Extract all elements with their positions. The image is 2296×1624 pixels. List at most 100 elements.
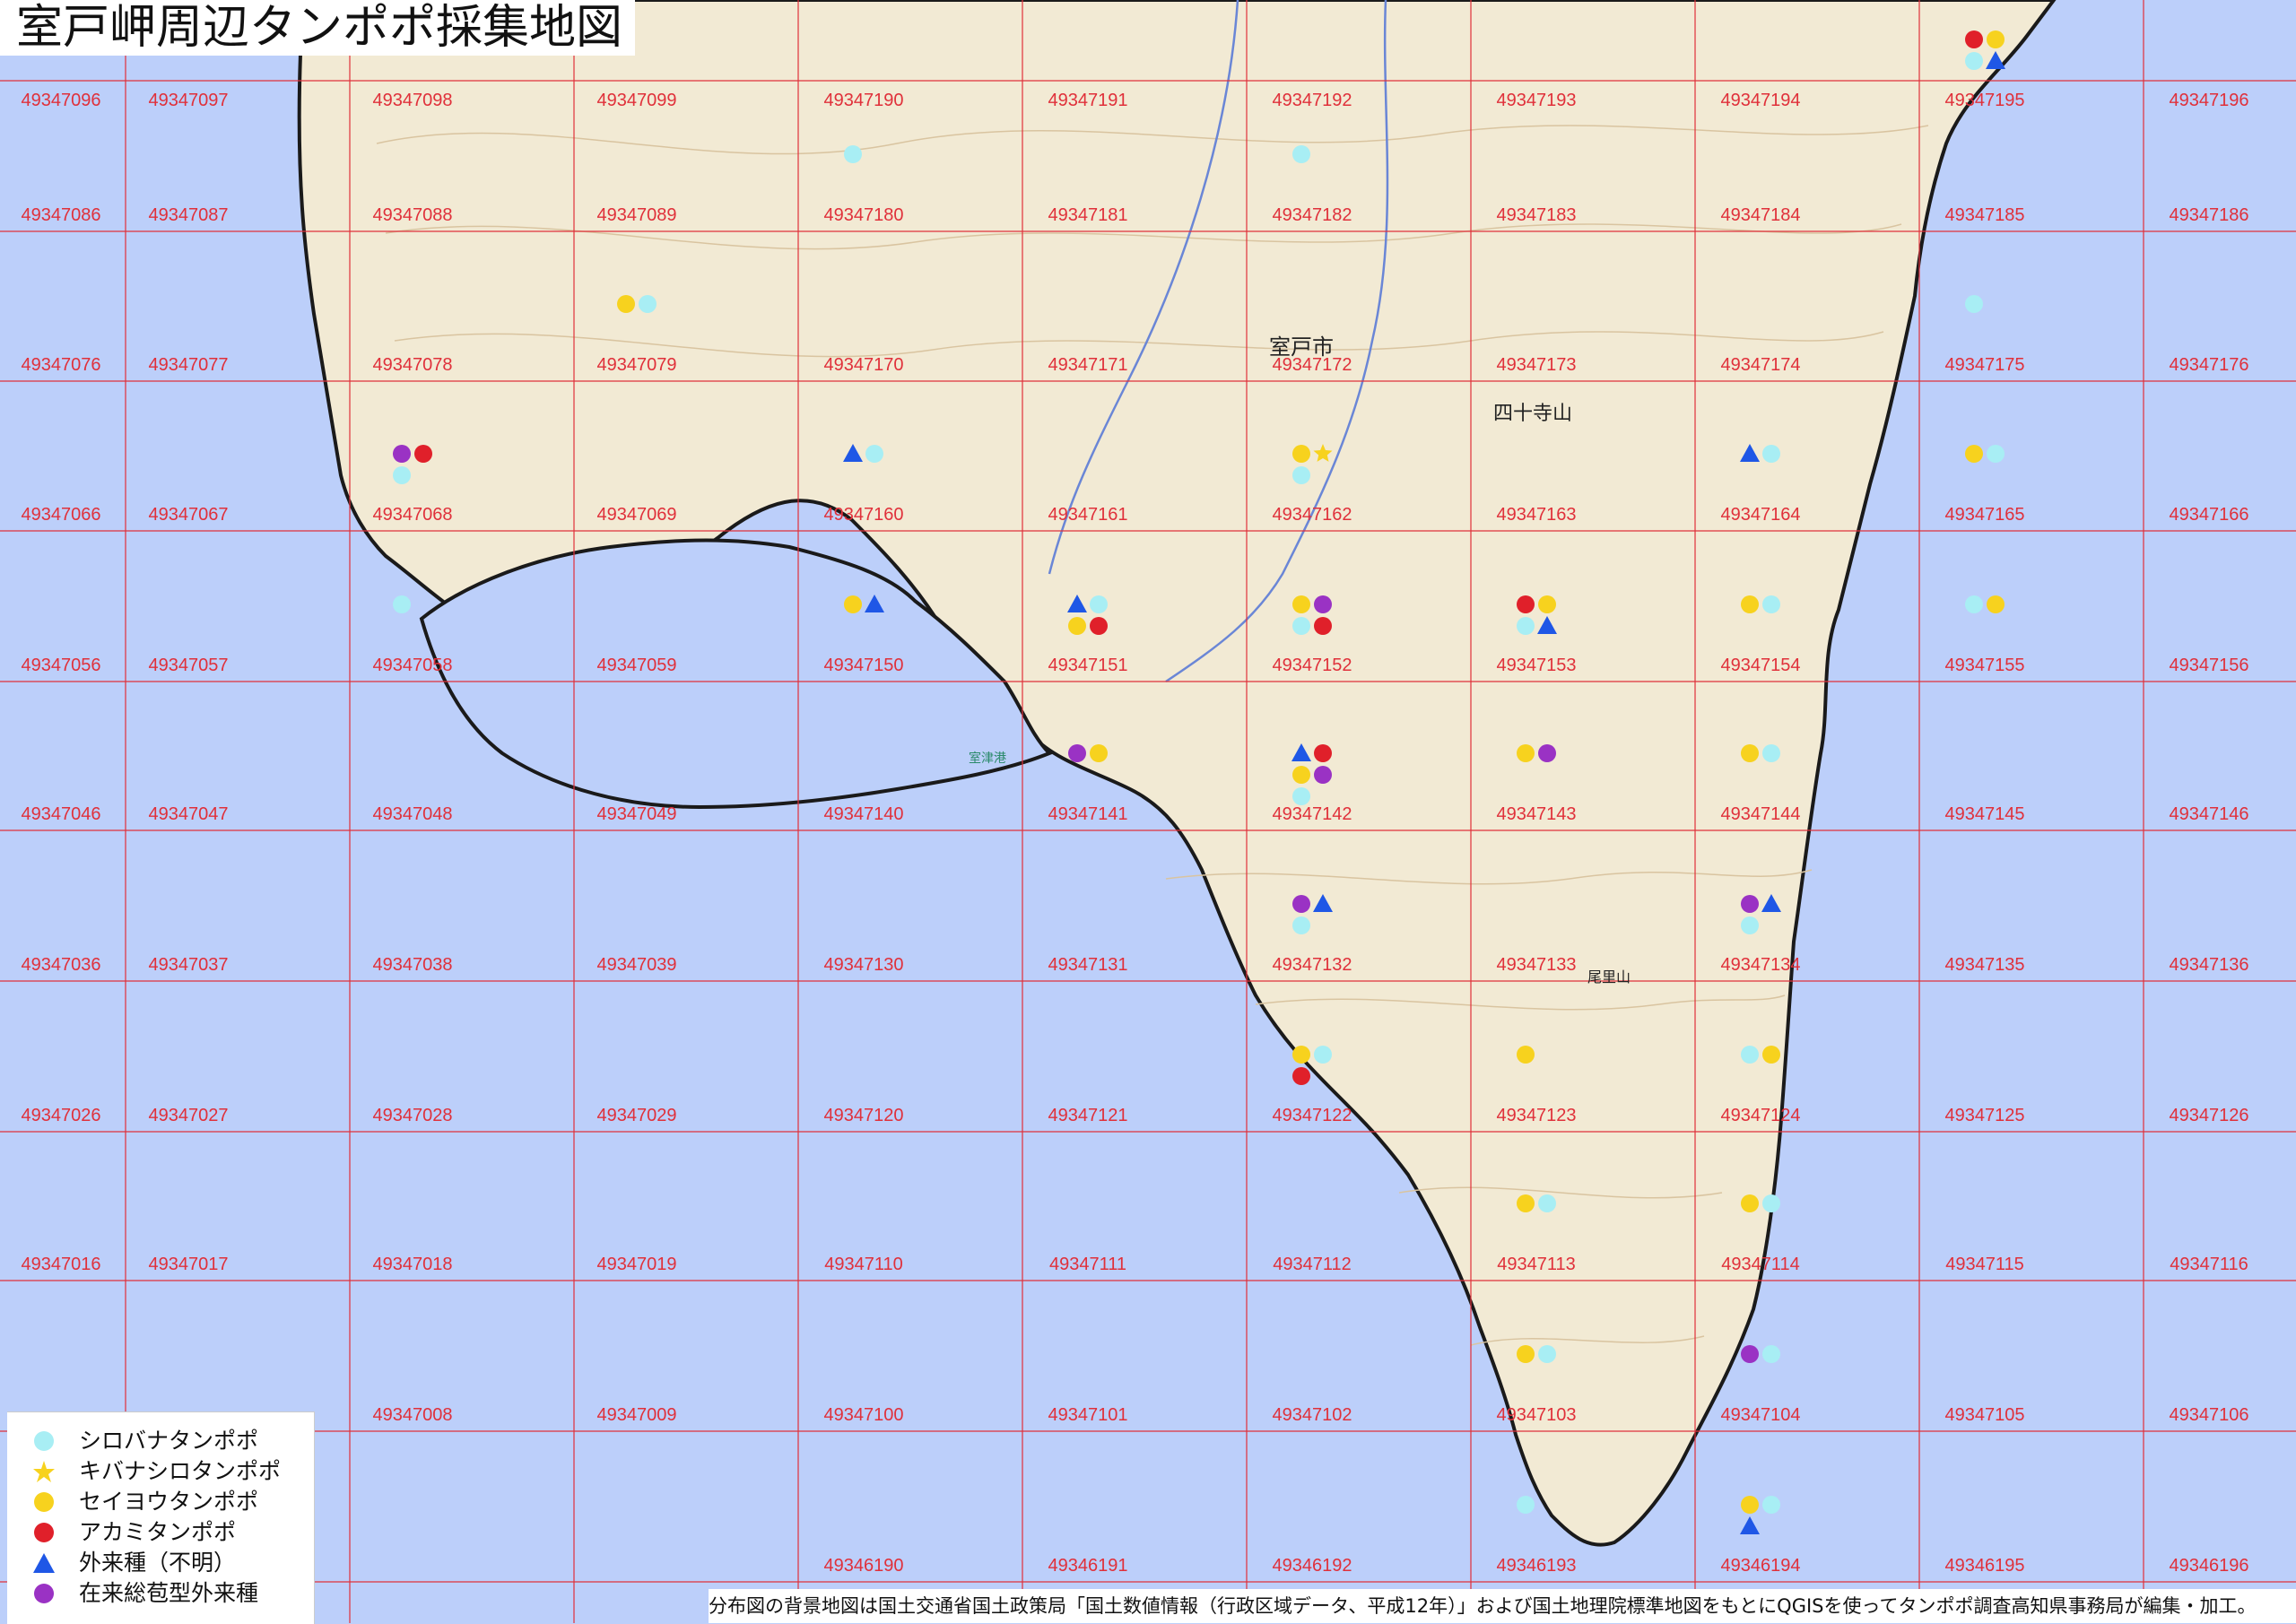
sample-marker-seiyo[interactable] bbox=[1517, 744, 1535, 762]
sample-marker-shiro[interactable] bbox=[1762, 1345, 1780, 1363]
sample-marker-shiro[interactable] bbox=[1965, 295, 1983, 313]
grid-cell-code: 49347153 bbox=[1497, 656, 1577, 675]
sample-marker-shiro[interactable] bbox=[1517, 1496, 1535, 1514]
sample-marker-akami[interactable] bbox=[1090, 617, 1108, 635]
sample-marker-akami[interactable] bbox=[1517, 595, 1535, 613]
sample-marker-shiro[interactable] bbox=[865, 445, 883, 463]
grid-cell-code: 49347122 bbox=[1273, 1106, 1352, 1125]
sample-marker-shiro[interactable] bbox=[1741, 916, 1759, 934]
grid-cell-code: 49347066 bbox=[22, 505, 101, 525]
grid-cell-code: 49346196 bbox=[2170, 1556, 2249, 1576]
sample-marker-shiro[interactable] bbox=[1987, 445, 2005, 463]
grid-cell-code: 49347113 bbox=[1497, 1255, 1576, 1274]
sample-marker-shiro[interactable] bbox=[1292, 787, 1310, 805]
sample-marker-akami[interactable] bbox=[1314, 744, 1332, 762]
place-label-murotsu-port: 室津港 bbox=[969, 751, 1006, 766]
legend-circle-icon bbox=[34, 1523, 54, 1542]
grid-cell-code: 49347008 bbox=[373, 1405, 453, 1425]
sample-marker-zairai[interactable] bbox=[1741, 1345, 1759, 1363]
grid-cell-code: 49347121 bbox=[1048, 1106, 1128, 1125]
sample-marker-zairai[interactable] bbox=[1314, 766, 1332, 784]
sample-marker-shiro[interactable] bbox=[393, 595, 411, 613]
sample-marker-shiro[interactable] bbox=[1090, 595, 1108, 613]
sample-marker-shiro[interactable] bbox=[1762, 1194, 1780, 1212]
sample-marker-shiro[interactable] bbox=[1965, 52, 1983, 70]
legend-label: シロバナタンポポ bbox=[79, 1428, 259, 1454]
grid-cell-code: 49347162 bbox=[1273, 505, 1352, 525]
grid-cell-code: 49347132 bbox=[1273, 955, 1352, 975]
sample-marker-seiyo[interactable] bbox=[1741, 595, 1759, 613]
sample-marker-seiyo[interactable] bbox=[1292, 595, 1310, 613]
sample-marker-seiyo[interactable] bbox=[1987, 595, 2005, 613]
sample-marker-zairai[interactable] bbox=[1538, 744, 1556, 762]
sample-marker-seiyo[interactable] bbox=[1292, 445, 1310, 463]
sample-marker-seiyo[interactable] bbox=[1762, 1046, 1780, 1064]
grid-cell-code: 49347078 bbox=[373, 355, 453, 375]
sample-marker-zairai[interactable] bbox=[1068, 744, 1086, 762]
sample-marker-seiyo[interactable] bbox=[1741, 744, 1759, 762]
sample-marker-zairai[interactable] bbox=[1741, 895, 1759, 913]
sample-marker-shiro[interactable] bbox=[1292, 916, 1310, 934]
sample-marker-zairai[interactable] bbox=[1292, 895, 1310, 913]
sample-marker-shiro[interactable] bbox=[1762, 744, 1780, 762]
legend: シロバナタンポポ キバナシロタンポポ セイヨウタンポポ アカミタンポポ 外来種（… bbox=[7, 1411, 315, 1624]
legend-label: アカミタンポポ bbox=[79, 1519, 237, 1545]
sample-marker-shiro[interactable] bbox=[1292, 617, 1310, 635]
grid-cell-code: 49347088 bbox=[373, 205, 453, 225]
grid-cell-code: 49347186 bbox=[2170, 205, 2249, 225]
sample-marker-seiyo[interactable] bbox=[1741, 1496, 1759, 1514]
grid-cell-code: 49347099 bbox=[597, 91, 677, 110]
sample-marker-zairai[interactable] bbox=[393, 445, 411, 463]
grid-cell-code: 49347133 bbox=[1497, 955, 1577, 975]
grid-cell-code: 49347142 bbox=[1273, 804, 1352, 824]
sample-marker-seiyo[interactable] bbox=[1517, 1345, 1535, 1363]
sample-marker-shiro[interactable] bbox=[1538, 1345, 1556, 1363]
sample-marker-seiyo[interactable] bbox=[1517, 1046, 1535, 1064]
grid-cell-code: 49347026 bbox=[22, 1106, 101, 1125]
sample-marker-seiyo[interactable] bbox=[1517, 1194, 1535, 1212]
grid-cell-code: 49347174 bbox=[1721, 355, 1801, 375]
sample-marker-shiro[interactable] bbox=[1762, 445, 1780, 463]
sample-marker-shiro[interactable] bbox=[1762, 1496, 1780, 1514]
sample-marker-shiro[interactable] bbox=[1538, 1194, 1556, 1212]
grid-cell-code: 49347134 bbox=[1721, 955, 1801, 975]
grid-cell-code: 49347056 bbox=[22, 656, 101, 675]
sample-marker-shiro[interactable] bbox=[1517, 617, 1535, 635]
sample-marker-shiro[interactable] bbox=[1314, 1046, 1332, 1064]
sample-marker-akami[interactable] bbox=[1314, 617, 1332, 635]
sample-marker-seiyo[interactable] bbox=[1090, 744, 1108, 762]
sample-marker-akami[interactable] bbox=[1965, 30, 1983, 48]
grid-cell-code: 49347165 bbox=[1945, 505, 2025, 525]
sample-marker-akami[interactable] bbox=[414, 445, 432, 463]
sample-marker-shiro[interactable] bbox=[393, 466, 411, 484]
grid-cell-code: 49347141 bbox=[1048, 804, 1128, 824]
sample-marker-akami[interactable] bbox=[1292, 1067, 1310, 1085]
sample-marker-seiyo[interactable] bbox=[1987, 30, 2005, 48]
sample-marker-shiro[interactable] bbox=[639, 295, 657, 313]
grid-cell-code: 49347185 bbox=[1945, 205, 2025, 225]
sample-marker-seiyo[interactable] bbox=[617, 295, 635, 313]
grid-cell-code: 49347163 bbox=[1497, 505, 1577, 525]
grid-cell-code: 49347161 bbox=[1048, 505, 1128, 525]
sample-marker-seiyo[interactable] bbox=[1068, 617, 1086, 635]
sample-marker-seiyo[interactable] bbox=[1292, 1046, 1310, 1064]
sample-marker-shiro[interactable] bbox=[1292, 145, 1310, 163]
sample-marker-seiyo[interactable] bbox=[844, 595, 862, 613]
sample-marker-shiro[interactable] bbox=[1965, 595, 1983, 613]
sample-marker-zairai[interactable] bbox=[1314, 595, 1332, 613]
sample-marker-seiyo[interactable] bbox=[1965, 445, 1983, 463]
grid-cell-code: 49347017 bbox=[149, 1255, 229, 1274]
sample-marker-seiyo[interactable] bbox=[1741, 1194, 1759, 1212]
grid-cell-code: 49346192 bbox=[1273, 1556, 1352, 1576]
grid-cell-code: 49347116 bbox=[2170, 1255, 2248, 1274]
sample-marker-shiro[interactable] bbox=[1741, 1046, 1759, 1064]
sample-marker-shiro[interactable] bbox=[1292, 466, 1310, 484]
map-canvas[interactable]: 49347096 49347097 49347098 49347099 49347190… bbox=[0, 0, 2296, 1623]
sample-marker-seiyo[interactable] bbox=[1292, 766, 1310, 784]
sample-marker-seiyo[interactable] bbox=[1538, 595, 1556, 613]
legend-label: 在来総苞型外来種 bbox=[79, 1580, 259, 1606]
grid-cell-code: 49347069 bbox=[597, 505, 677, 525]
grid-cell-code: 49347067 bbox=[149, 505, 229, 525]
sample-marker-shiro[interactable] bbox=[1762, 595, 1780, 613]
sample-marker-shiro[interactable] bbox=[844, 145, 862, 163]
